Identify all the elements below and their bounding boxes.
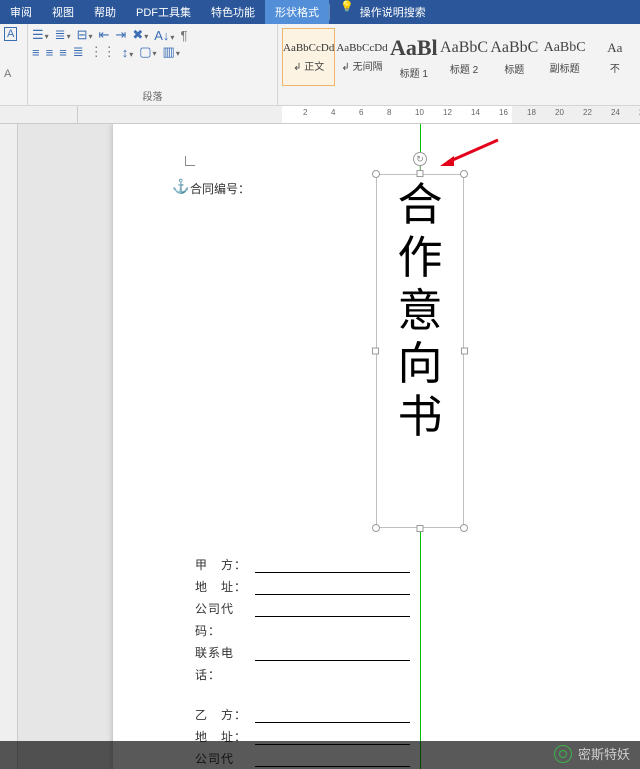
tab-shape-format[interactable]: 形状格式 <box>265 0 329 24</box>
resize-handle-bm[interactable] <box>417 525 424 532</box>
paragraph-group-label: 段落 <box>32 88 273 105</box>
document-area[interactable]: ⚓ 合同编号： 合作意向书 甲 方： 地 址： 公司代码： 联系电话： 乙 方：… <box>0 124 640 769</box>
textbox-tool-icon[interactable]: A <box>4 27 17 41</box>
numbering-icon[interactable]: ≣ <box>55 27 71 43</box>
party-a-label: 甲 方： <box>195 554 255 576</box>
resize-handle-mr[interactable] <box>461 348 468 355</box>
tab-review[interactable]: 审阅 <box>0 0 42 24</box>
rotate-handle[interactable] <box>413 152 427 166</box>
party-a-addr: 地 址： <box>195 576 255 598</box>
form-fields: 甲 方： 地 址： 公司代码： 联系电话： 乙 方： 地 址： 公司代码： 联系… <box>195 554 410 769</box>
tab-pdf[interactable]: PDF工具集 <box>126 0 201 24</box>
styles-gallery: AaBbCcDd↲ 正文AaBbCcDd↲ 无间隔AaBl标题 1AaBbC标题… <box>278 24 640 105</box>
resize-handle-br[interactable] <box>460 524 468 532</box>
ribbon: A A ☰ ≣ ⊟ ⇤ ⇥ ✖ A↓ ¶ ≡ ≡ ≡ ≣ ⋮⋮ ↕ ▢ <box>0 24 640 106</box>
tab-help[interactable]: 帮助 <box>84 0 126 24</box>
resize-handle-tl[interactable] <box>372 170 380 178</box>
watermark-bar <box>0 741 640 769</box>
align-left-icon[interactable]: ≡ <box>32 45 40 60</box>
party-b-label: 乙 方： <box>195 704 255 726</box>
outdent-icon[interactable]: ⇤ <box>99 27 110 43</box>
resize-handle-ml[interactable] <box>372 348 379 355</box>
sort-icon[interactable]: A↓ <box>154 28 174 43</box>
annotation-arrow <box>440 138 500 168</box>
resize-handle-tm[interactable] <box>417 170 424 177</box>
align-justify-icon[interactable]: ≣ <box>73 44 84 60</box>
watermark: 密斯特妖 <box>554 744 630 763</box>
resize-handle-bl[interactable] <box>372 524 380 532</box>
distributed-icon[interactable]: ⋮⋮ <box>90 44 116 60</box>
title-char: 书 <box>397 391 442 444</box>
style-1[interactable]: AaBbCcDd↲ 无间隔 <box>335 28 388 86</box>
indent-icon[interactable]: ⇥ <box>115 27 126 43</box>
tellme-search[interactable]: 操作说明搜索 <box>360 0 436 24</box>
shading-icon[interactable]: ▢ <box>139 44 156 60</box>
title-char: 作 <box>397 232 442 285</box>
contract-number-label: 合同编号： <box>190 180 250 197</box>
title-char: 合 <box>397 179 442 232</box>
change-case-icon[interactable]: A <box>4 68 11 80</box>
tellme-icon: 💡 <box>340 0 354 24</box>
horizontal-ruler[interactable]: 2468101214161820222426 <box>0 106 640 124</box>
text-dir-icon[interactable]: ✖ <box>132 27 148 43</box>
align-center-icon[interactable]: ≡ <box>46 45 54 60</box>
textbox-selected[interactable]: 合作意向书 <box>376 174 464 528</box>
wechat-icon <box>554 745 572 763</box>
tab-feature[interactable]: 特色功能 <box>201 0 265 24</box>
tab-view[interactable]: 视图 <box>42 0 84 24</box>
style-0[interactable]: AaBbCcDd↲ 正文 <box>282 28 335 86</box>
style-6[interactable]: Aa不 <box>590 28 640 86</box>
align-right-icon[interactable]: ≡ <box>59 45 67 60</box>
style-2[interactable]: AaBl标题 1 <box>389 28 439 86</box>
show-marks-icon[interactable]: ¶ <box>180 28 187 43</box>
margin-corner-mark <box>185 156 195 166</box>
style-3[interactable]: AaBbC标题 2 <box>439 28 489 86</box>
title-textbox[interactable]: 合作意向书 <box>376 174 464 528</box>
borders-icon[interactable]: ▥ <box>163 44 180 60</box>
multilevel-icon[interactable]: ⊟ <box>77 27 93 43</box>
title-char: 向 <box>397 338 442 391</box>
style-5[interactable]: AaBbC副标题 <box>539 28 589 86</box>
watermark-text: 密斯特妖 <box>578 744 630 763</box>
style-4[interactable]: AaBbC标题 <box>489 28 539 86</box>
linespacing-icon[interactable]: ↕ <box>122 45 134 60</box>
party-a-tel: 联系电话： <box>195 642 255 686</box>
resize-handle-tr[interactable] <box>460 170 468 178</box>
title-char: 意 <box>397 285 442 338</box>
vertical-ruler[interactable] <box>0 124 18 769</box>
party-a-code: 公司代码： <box>195 598 255 642</box>
anchor-icon: ⚓ <box>172 178 189 195</box>
bullets-icon[interactable]: ☰ <box>32 27 49 43</box>
party-a-line <box>255 557 410 573</box>
ribbon-tabs: 审阅 视图 帮助 PDF工具集 特色功能 形状格式 💡 操作说明搜索 <box>0 0 640 24</box>
